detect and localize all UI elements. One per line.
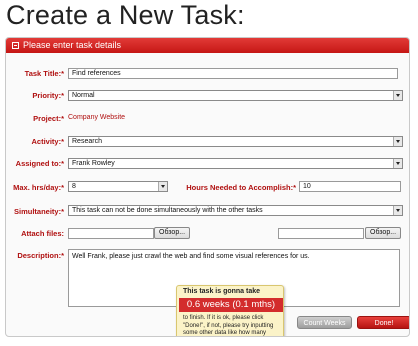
count-weeks-button[interactable]: Count Weeks [297, 316, 352, 329]
chevron-down-icon [393, 159, 402, 168]
simultaneity-value: This task can not be done simultaneously… [72, 207, 263, 214]
task-form-panel: Please enter task details Task Title:* F… [5, 37, 410, 337]
priority-value: Normal [72, 92, 95, 99]
activity-value: Research [72, 138, 102, 145]
tooltip-title: This task is gonna take [183, 288, 261, 295]
page-title: Create a New Task: [6, 0, 245, 30]
attach-file-input-2[interactable] [278, 228, 364, 239]
chevron-down-icon [393, 206, 402, 215]
browse-button-1[interactable]: Обзор... [154, 227, 191, 239]
estimate-tooltip: This task is gonna take 0.6 weeks (0.1 m… [176, 285, 284, 336]
chevron-down-icon [393, 91, 402, 100]
panel-header-title: Please enter task details [23, 40, 122, 50]
priority-select[interactable]: Normal [68, 90, 403, 101]
chevron-down-icon [393, 137, 402, 146]
assigned-select[interactable]: Frank Rowley [68, 158, 403, 169]
tooltip-text: to finish. If it is ok, please click "Do… [183, 315, 274, 336]
priority-label: Priority:* [32, 91, 64, 100]
max-hrs-value: 8 [72, 183, 76, 190]
hours-needed-label: Hours Needed to Accomplish:* [186, 183, 296, 192]
max-hrs-select[interactable]: 8 [68, 181, 168, 192]
simultaneity-label: Simultaneity:* [13, 207, 64, 216]
description-label: Description:* [17, 251, 64, 260]
chevron-down-icon [158, 182, 167, 191]
attach-file-input-1[interactable] [68, 228, 154, 239]
assigned-value: Frank Rowley [72, 160, 115, 167]
project-value: Company Website [68, 114, 126, 121]
collapse-icon[interactable] [12, 42, 19, 49]
task-title-label: Task Title:* [24, 69, 64, 78]
done-button[interactable]: Done! [357, 316, 409, 329]
browse-button-2[interactable]: Обзор... [365, 227, 402, 239]
assigned-label: Assigned to:* [15, 159, 64, 168]
attach-label: Attach files: [21, 229, 64, 238]
hours-needed-input[interactable]: 10 [299, 181, 401, 192]
task-title-input[interactable]: Find references [68, 68, 398, 79]
max-hrs-label: Max. hrs/day:* [13, 183, 64, 192]
tooltip-estimate: 0.6 weeks (0.1 mths) [179, 298, 283, 312]
simultaneity-select[interactable]: This task can not be done simultaneously… [68, 205, 403, 216]
panel-header: Please enter task details [6, 38, 409, 53]
activity-select[interactable]: Research [68, 136, 403, 147]
project-label: Project:* [33, 114, 64, 123]
activity-label: Activity:* [31, 137, 64, 146]
